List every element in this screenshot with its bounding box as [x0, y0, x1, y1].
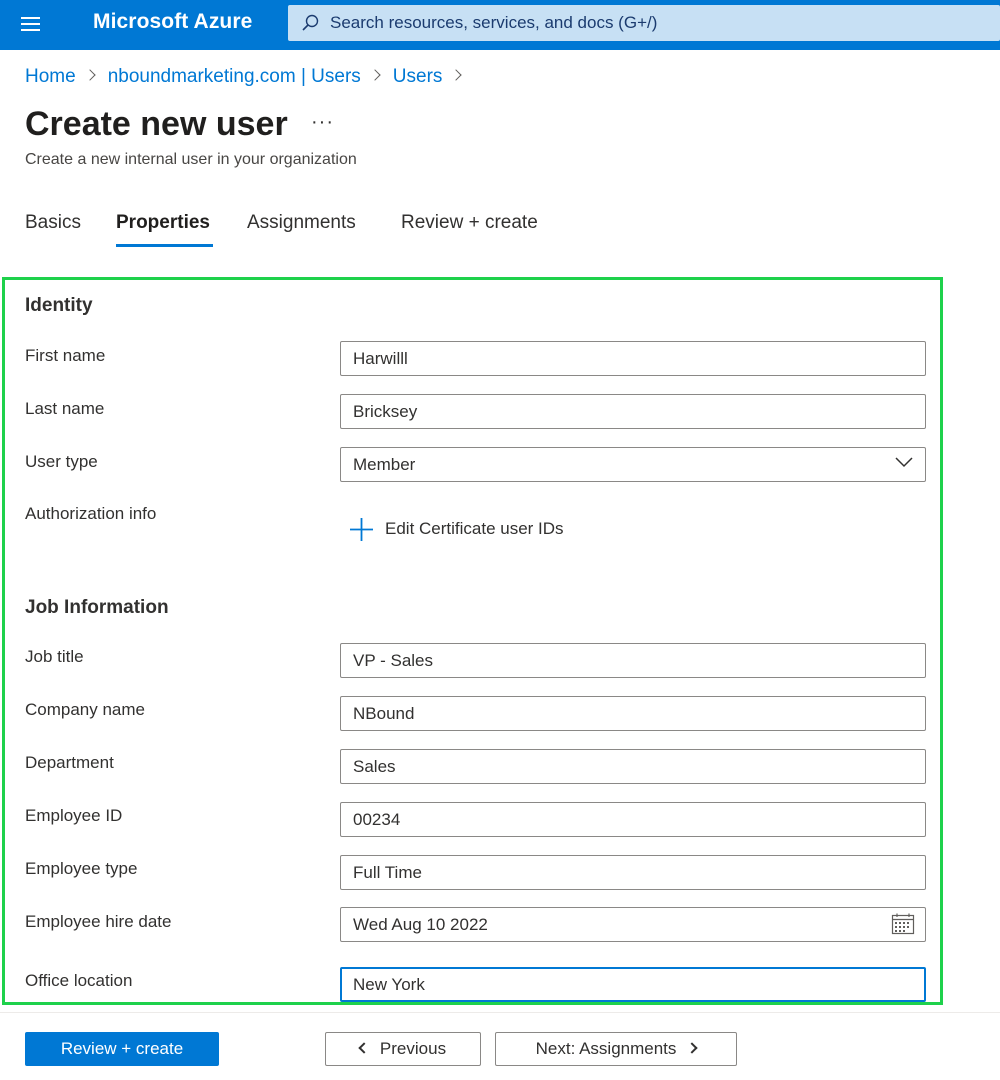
job-information-heading: Job Information	[25, 597, 169, 618]
employee-id-value: 00234	[353, 810, 401, 829]
next-label: Next: Assignments	[535, 1039, 677, 1058]
first-name-field[interactable]: Harwilll	[340, 341, 926, 376]
previous-button[interactable]: Previous	[325, 1032, 481, 1066]
department-label: Department	[25, 753, 114, 772]
user-type-value: Member	[353, 455, 416, 474]
job-title-value: VP - Sales	[353, 651, 434, 670]
job-title-field[interactable]: VP - Sales	[340, 643, 926, 678]
company-name-field[interactable]: NBound	[340, 696, 926, 731]
job-title-label: Job title	[25, 647, 84, 666]
identity-heading: Identity	[25, 295, 93, 316]
next-assignments-button[interactable]: Next: Assignments	[495, 1032, 737, 1066]
search-input[interactable]: Search resources, services, and docs (G+…	[288, 5, 1000, 41]
employee-id-label: Employee ID	[25, 806, 123, 825]
previous-label: Previous	[379, 1039, 447, 1058]
employee-hire-date-label: Employee hire date	[25, 912, 172, 931]
first-name-value: Harwilll	[353, 349, 408, 368]
employee-hire-date-field[interactable]: Wed Aug 10 2022	[340, 907, 926, 942]
footer-divider	[0, 1012, 1000, 1013]
search-placeholder: Search resources, services, and docs (G+…	[330, 13, 658, 32]
top-navigation-bar: Microsoft Azure Search resources, servic…	[0, 0, 1000, 50]
employee-id-field[interactable]: 00234	[340, 802, 926, 837]
chevron-right-icon	[369, 69, 381, 81]
chevron-right-icon	[84, 69, 96, 81]
menu-icon[interactable]	[12, 8, 48, 40]
review-create-button[interactable]: Review + create	[25, 1032, 219, 1066]
office-location-label: Office location	[25, 971, 133, 990]
tab-properties[interactable]: Properties	[116, 212, 210, 234]
active-tab-indicator	[116, 244, 213, 247]
employee-type-value: Full Time	[353, 863, 422, 882]
last-name-label: Last name	[25, 399, 105, 418]
department-field[interactable]: Sales	[340, 749, 926, 784]
chevron-left-icon	[358, 1042, 370, 1054]
highlight-frame	[2, 277, 943, 1005]
user-type-label: User type	[25, 452, 98, 471]
tab-review-create[interactable]: Review + create	[401, 212, 538, 234]
page-title: Create new user	[25, 105, 288, 143]
tab-assignments[interactable]: Assignments	[247, 212, 356, 234]
edit-certificate-label: Edit Certificate user IDs	[385, 519, 564, 538]
company-name-value: NBound	[353, 704, 415, 723]
portal-brand[interactable]: Microsoft Azure	[93, 10, 252, 34]
last-name-value: Bricksey	[353, 402, 418, 421]
breadcrumb-directory-users[interactable]: nboundmarketing.com | Users	[108, 66, 361, 87]
first-name-label: First name	[25, 346, 106, 365]
more-options-icon[interactable]: ···	[311, 111, 334, 134]
chevron-down-icon	[895, 457, 913, 468]
company-name-label: Company name	[25, 700, 146, 719]
page-subtitle: Create a new internal user in your organ…	[25, 151, 357, 168]
chevron-right-icon	[686, 1042, 699, 1054]
plus-icon	[350, 518, 373, 541]
tab-basics[interactable]: Basics	[25, 212, 81, 234]
authorization-info-label: Authorization info	[25, 504, 157, 523]
search-icon	[302, 14, 319, 31]
chevron-right-icon	[450, 69, 463, 81]
breadcrumb: Home nboundmarketing.com | Users Users	[25, 66, 474, 88]
breadcrumb-home[interactable]: Home	[25, 66, 76, 87]
calendar-icon[interactable]	[891, 913, 915, 935]
employee-hire-date-value: Wed Aug 10 2022	[353, 915, 488, 934]
department-value: Sales	[353, 757, 396, 776]
last-name-field[interactable]: Bricksey	[340, 394, 926, 429]
office-location-field[interactable]: New York	[340, 967, 926, 1002]
breadcrumb-users[interactable]: Users	[393, 66, 443, 87]
employee-type-label: Employee type	[25, 859, 138, 878]
user-type-dropdown[interactable]: Member	[340, 447, 926, 482]
office-location-value: New York	[353, 975, 425, 994]
employee-type-field[interactable]: Full Time	[340, 855, 926, 890]
